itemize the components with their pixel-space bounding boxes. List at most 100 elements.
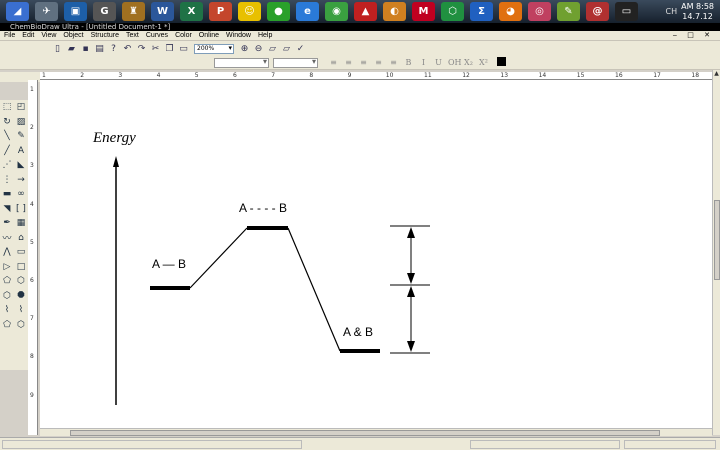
windows-logo-icon[interactable]: ◢ (6, 2, 29, 21)
save-icon[interactable]: ▪ (80, 43, 91, 54)
lasso-icon[interactable]: ◰ (14, 100, 28, 115)
open-folder-icon[interactable]: ▰ (66, 43, 77, 54)
arrow-icon[interactable]: → (14, 173, 28, 188)
sigma-icon[interactable]: Σ (470, 2, 493, 21)
align-left-icon[interactable]: ≡ (328, 57, 339, 68)
pentagon-icon[interactable]: ⬠ (0, 274, 14, 289)
zoom-out-icon[interactable]: ⊖ (253, 43, 264, 54)
full-justify-icon[interactable]: ≡ (388, 57, 399, 68)
vertical-scrollbar[interactable]: ▲ (712, 70, 720, 435)
table-icon[interactable]: ▦ (14, 216, 28, 231)
triangle-icon[interactable]: ▷ (0, 260, 14, 275)
bold-bond-icon[interactable]: ▬ (0, 187, 14, 202)
menu-view[interactable]: View (41, 32, 56, 39)
style-button-4[interactable]: X₂ (463, 57, 474, 68)
snail-icon[interactable]: @ (586, 2, 609, 21)
help-icon[interactable]: ? (108, 43, 119, 54)
media-icon[interactable]: ✈ (35, 2, 58, 21)
paste-icon[interactable]: ▭ (178, 43, 189, 54)
square-icon[interactable]: □ (14, 260, 28, 275)
product-label[interactable]: A & B (343, 325, 373, 339)
bond-icon[interactable]: ╲ (0, 129, 14, 144)
chembiodraw-icon[interactable]: ⬡ (441, 2, 464, 21)
template-icon[interactable]: ⌂ (14, 231, 28, 246)
hash-bond-icon[interactable]: ⋮ (0, 173, 14, 188)
mcafee-icon[interactable]: M (412, 2, 435, 21)
firefox-icon[interactable]: ◕ (499, 2, 522, 21)
style-button-5[interactable]: X² (478, 57, 489, 68)
bottle-icon[interactable]: ♜ (122, 2, 145, 21)
font-size-select[interactable] (273, 58, 318, 68)
acyclic-icon[interactable]: ⋀ (0, 245, 14, 260)
copy-icon[interactable]: ❐ (164, 43, 175, 54)
chat-icon[interactable]: ▱ (267, 43, 278, 54)
dash-bond-icon[interactable]: ⋰ (0, 158, 14, 173)
pen-icon[interactable]: ✎ (14, 129, 28, 144)
rotate-icon[interactable]: ↻ (0, 115, 14, 130)
menu-structure[interactable]: Structure (91, 32, 119, 39)
reactant-label[interactable]: A — B (152, 257, 186, 271)
input-method-indicator[interactable]: CH (666, 7, 678, 16)
menu-edit[interactable]: Edit (22, 32, 34, 39)
check-icon[interactable]: ✓ (295, 43, 306, 54)
pdf-icon[interactable]: ▲ (354, 2, 377, 21)
scroll-up-icon[interactable]: ▲ (713, 70, 720, 77)
color-swatch[interactable] (497, 57, 506, 66)
chain-icon[interactable]: 〰 (0, 231, 14, 246)
horizontal-scroll-thumb[interactable] (70, 430, 660, 436)
vertical-scroll-thumb[interactable] (714, 200, 720, 280)
wedge-icon[interactable]: ◣ (14, 158, 28, 173)
justify-icon[interactable]: ≡ (373, 57, 384, 68)
undo-icon[interactable]: ↶ (122, 43, 133, 54)
chrome-icon[interactable]: ◉ (325, 2, 348, 21)
seal-text-upper[interactable]: 𠔀𢾝𢾵𡔛 (448, 241, 472, 261)
style-button-3[interactable]: OH (448, 57, 459, 68)
octagon-icon[interactable]: ⯃ (14, 289, 28, 304)
menu-online[interactable]: Online (199, 32, 219, 39)
tool-icon[interactable]: ✎ (557, 2, 580, 21)
green-circle-icon[interactable]: ● (267, 2, 290, 21)
cmd-icon[interactable]: ▭ (615, 2, 638, 21)
orbital-icon[interactable]: ∞ (14, 187, 28, 202)
style-button-0[interactable]: B (403, 57, 414, 68)
drawing-canvas[interactable]: Energy A — B A - - - - B A & B 𠔀𢾝𢾵𡔛 𠔀𢾝𢾵 (40, 80, 712, 435)
ie-icon[interactable]: e (296, 2, 319, 21)
menu-file[interactable]: File (4, 32, 15, 39)
text-icon[interactable]: A (14, 144, 28, 159)
excel-icon[interactable]: X (180, 2, 203, 21)
pen-tool-icon[interactable]: ✒ (0, 216, 14, 231)
horizontal-scrollbar[interactable] (40, 428, 712, 436)
photo-icon[interactable]: ◐ (383, 2, 406, 21)
zoom-in-icon[interactable]: ⊕ (239, 43, 250, 54)
window-controls[interactable]: ‒ □ ✕ (673, 31, 714, 39)
heptagon-icon[interactable]: ⬡ (0, 289, 14, 304)
line-icon[interactable]: ╱ (0, 144, 14, 159)
new-doc-icon[interactable]: ▯ (52, 43, 63, 54)
style-button-1[interactable]: I (418, 57, 429, 68)
align-center-icon[interactable]: ≡ (343, 57, 354, 68)
print-icon[interactable]: ▤ (94, 43, 105, 54)
menu-color[interactable]: Color (175, 32, 192, 39)
bracket-icon[interactable]: [ ] (14, 202, 28, 217)
style-button-2[interactable]: U (433, 57, 444, 68)
chair2-icon[interactable]: ⌇ (14, 303, 28, 318)
chair1-icon[interactable]: ⌇ (0, 303, 14, 318)
font-select[interactable] (214, 58, 269, 68)
menu-help[interactable]: Help (258, 32, 272, 39)
word-icon[interactable]: W (151, 2, 174, 21)
menu-text[interactable]: Text (126, 32, 139, 39)
powerpoint-icon[interactable]: P (209, 2, 232, 21)
energy-label[interactable]: Energy (93, 130, 136, 147)
pent-ring-icon[interactable]: ⬠ (0, 318, 14, 333)
cd-icon[interactable]: ◎ (528, 2, 551, 21)
menu-curves[interactable]: Curves (146, 32, 168, 39)
cut-icon[interactable]: ✂ (150, 43, 161, 54)
eraser-icon[interactable]: ▨ (14, 115, 28, 130)
wedge-bond-icon[interactable]: ◥ (0, 202, 14, 217)
menu-object[interactable]: Object (63, 32, 83, 39)
menu-window[interactable]: Window (226, 32, 251, 39)
transition-label[interactable]: A - - - - B (239, 201, 287, 215)
comment-icon[interactable]: ▱ (281, 43, 292, 54)
zoom-select[interactable]: 200% (194, 44, 234, 54)
hexagon-icon[interactable]: ⬡ (14, 274, 28, 289)
